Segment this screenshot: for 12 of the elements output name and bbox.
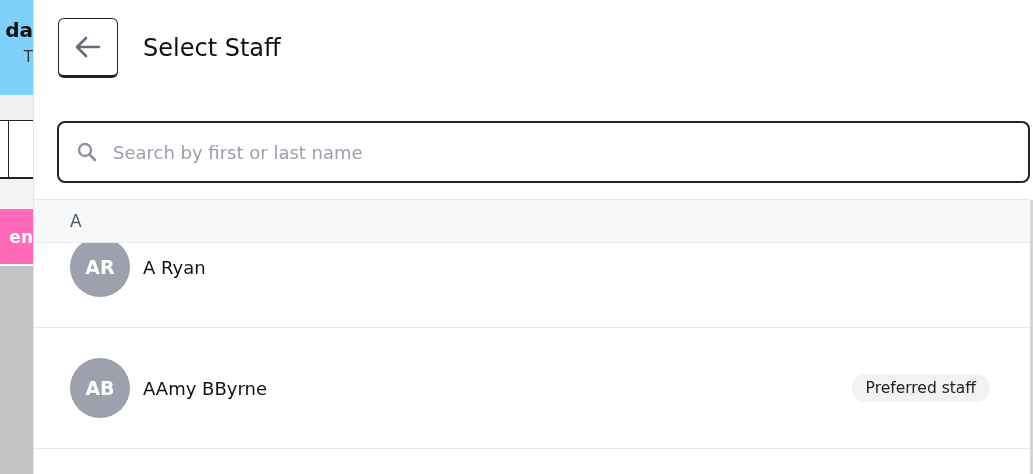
search-field[interactable]: Search by first or last name	[57, 121, 1030, 183]
back-button[interactable]	[58, 18, 118, 78]
day-subtitle: T	[23, 48, 33, 66]
avatar: AB	[70, 358, 130, 418]
preferred-badge: Preferred staff	[851, 374, 990, 402]
section-letter: A	[70, 211, 82, 231]
back-arrow-icon	[75, 36, 101, 58]
staff-name[interactable]: AAmy BByrne	[143, 377, 852, 399]
panel-title: Select Staff	[143, 34, 281, 62]
search-icon	[77, 142, 97, 162]
staff-name[interactable]: A Ryan	[143, 256, 990, 278]
day-title: da	[5, 18, 33, 42]
